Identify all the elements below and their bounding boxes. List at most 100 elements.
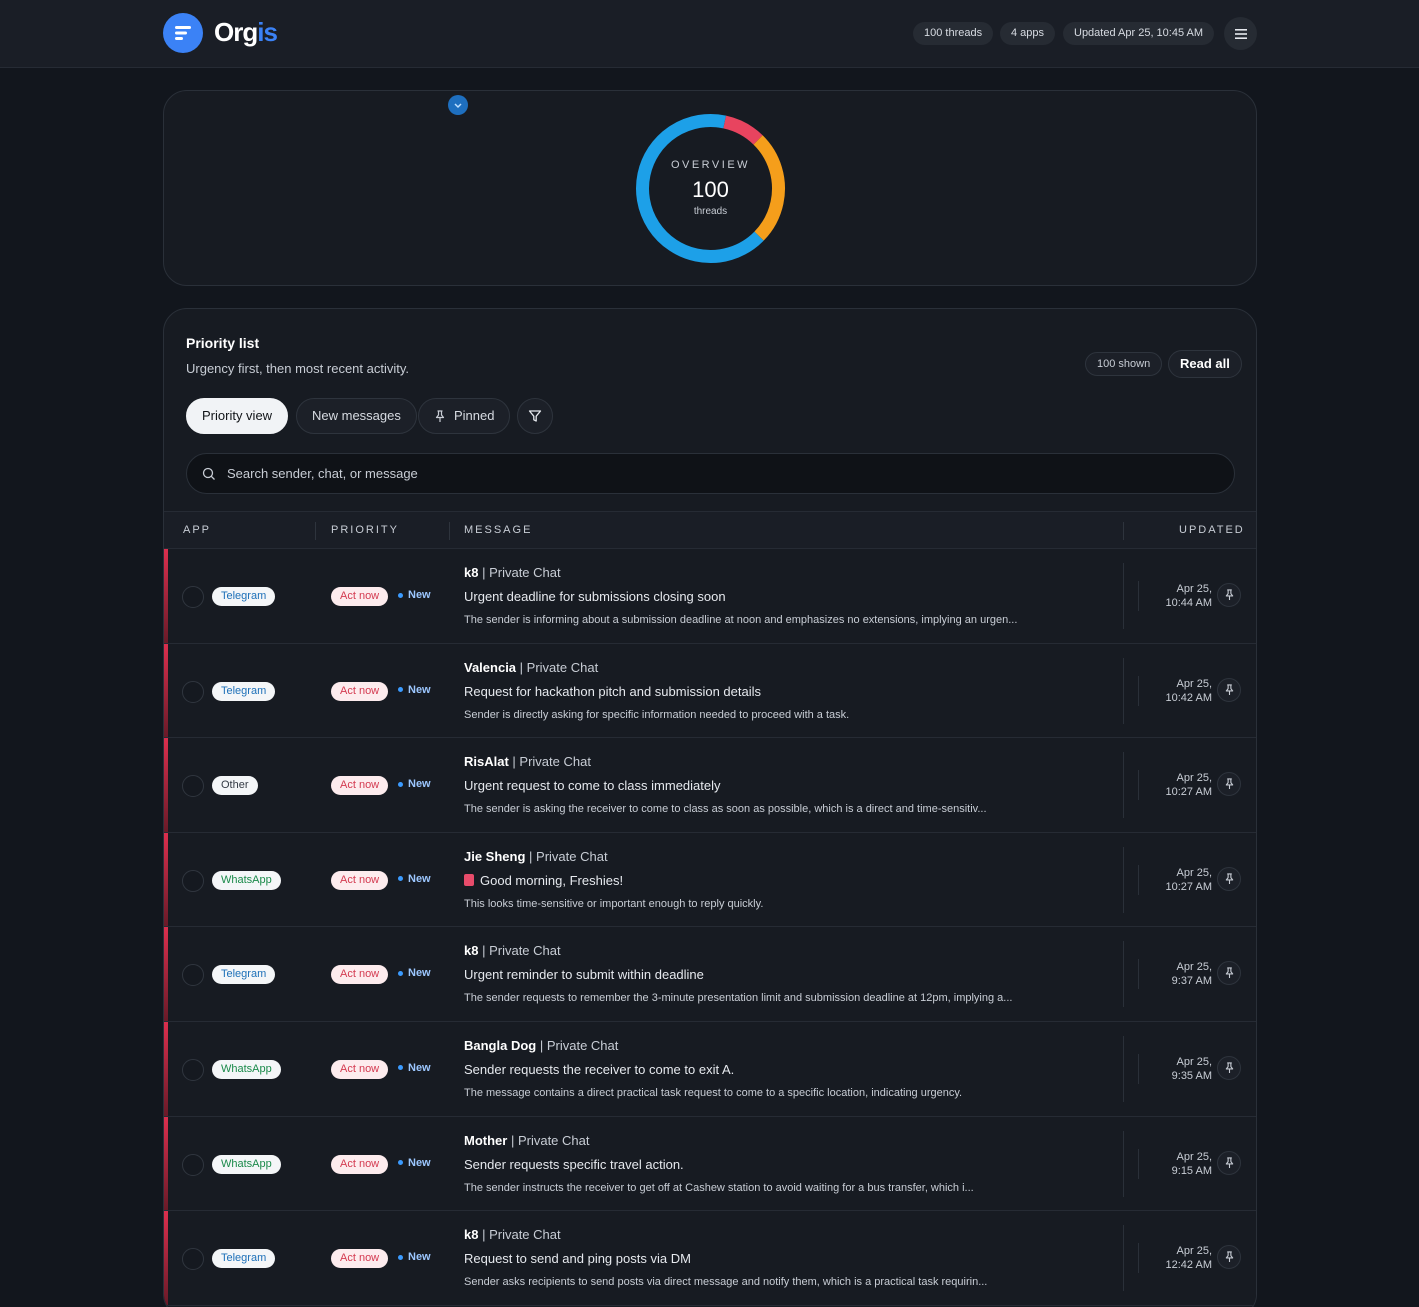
pin-button[interactable] xyxy=(1217,866,1241,891)
new-dot-icon xyxy=(398,592,403,598)
new-dot-icon xyxy=(398,970,403,976)
chat-type: | Private Chat xyxy=(478,565,561,580)
chat-type: | Private Chat xyxy=(508,754,591,770)
column-divider xyxy=(1123,941,1124,1008)
sender-name: Valencia xyxy=(464,659,517,675)
read-all-button[interactable]: Read all xyxy=(1168,350,1242,378)
table-header: APP PRIORITY MESSAGE UPDATED xyxy=(164,511,1256,549)
table-row[interactable]: Telegram Act now New k8 | Private Chat Urgen… xyxy=(164,549,1256,644)
app-badge: Telegram xyxy=(212,587,276,606)
message-title[interactable]: Urgent deadline for submissions closing … xyxy=(464,589,726,604)
filter-icon xyxy=(528,410,542,422)
filter-button[interactable] xyxy=(517,398,553,434)
chat-type: | Private Chat xyxy=(525,848,608,864)
menu-button[interactable] xyxy=(1224,17,1257,50)
column-divider xyxy=(1138,675,1139,706)
table-row[interactable]: Telegram Act now New Valencia | Private Cha… xyxy=(164,643,1256,739)
message-header: RisAlat | Private Chat xyxy=(464,754,591,769)
pin-icon xyxy=(1225,1251,1233,1263)
new-dot-icon xyxy=(398,876,403,882)
message-summary: The sender instructs the receiver to get… xyxy=(464,1181,974,1194)
column-divider xyxy=(1123,657,1124,724)
table-row[interactable]: Telegram Act now New k8 | Private Chat Reque… xyxy=(164,1211,1256,1306)
priority-accent-bar xyxy=(164,549,168,643)
table-row[interactable]: Telegram Act now New k8 | Private Chat Urgen… xyxy=(164,927,1256,1022)
info-dot-icon[interactable] xyxy=(448,95,468,115)
new-dot-icon xyxy=(398,781,403,787)
table-row[interactable]: WhatsApp Act now New Jie Sheng | Private Ch… xyxy=(164,832,1256,928)
column-divider xyxy=(1138,1243,1139,1274)
message-title[interactable]: Urgent reminder to submit within deadlin… xyxy=(464,967,704,982)
row-select-checkbox[interactable] xyxy=(182,1153,204,1176)
priority-badge: Act now xyxy=(331,1249,389,1269)
row-select-checkbox[interactable] xyxy=(182,586,204,608)
column-priority: PRIORITY xyxy=(331,524,399,536)
chat-type: | Private Chat xyxy=(516,659,599,675)
pin-icon xyxy=(1225,778,1233,790)
pin-button[interactable] xyxy=(1217,1055,1241,1080)
new-tag: New xyxy=(398,967,431,979)
priority-badge: Act now xyxy=(331,587,389,606)
updated-timestamp: Apr 25, 10:27 AM xyxy=(1165,866,1212,893)
updated-pill: Updated Apr 25, 10:45 AM xyxy=(1063,22,1215,45)
column-divider xyxy=(315,522,316,540)
row-select-checkbox[interactable] xyxy=(182,964,204,987)
message-title[interactable]: Sender requests specific travel action. xyxy=(464,1157,684,1172)
updated-timestamp: Apr 25, 9:37 AM xyxy=(1171,961,1212,988)
table-row[interactable]: WhatsApp Act now New Mother | Private Chat S… xyxy=(164,1116,1256,1212)
message-summary: This looks time-sensitive or important e… xyxy=(464,897,764,910)
new-tag: New xyxy=(398,873,431,885)
shown-count-pill: 100 shown xyxy=(1085,352,1163,376)
message-header: Bangla Dog | Private Chat xyxy=(464,1038,618,1053)
message-title[interactable]: Sender requests the receiver to come to … xyxy=(464,1062,734,1077)
pin-icon xyxy=(1225,684,1233,695)
sender-name: Bangla Dog xyxy=(464,1037,537,1053)
message-title[interactable]: Request to send and ping posts via DM xyxy=(464,1251,691,1266)
pin-button[interactable] xyxy=(1217,961,1241,986)
pin-icon xyxy=(1225,967,1233,979)
row-select-checkbox[interactable] xyxy=(182,869,204,892)
pin-button[interactable] xyxy=(1217,677,1241,702)
priority-badge: Act now xyxy=(331,1059,389,1079)
new-dot-icon xyxy=(398,1160,403,1166)
message-title[interactable]: Request for hackathon pitch and submissi… xyxy=(464,684,761,699)
sender-name: k8 xyxy=(464,1227,479,1243)
table-row[interactable]: Other Act now New RisAlat | Private Chat Urg… xyxy=(164,738,1256,833)
pin-button[interactable] xyxy=(1217,772,1241,797)
row-select-checkbox[interactable] xyxy=(182,1058,204,1081)
message-title[interactable]: Good morning, Freshies! xyxy=(464,873,623,888)
column-divider xyxy=(1138,864,1139,895)
message-title[interactable]: Urgent request to come to class immediat… xyxy=(464,778,721,793)
overview-unit: threads xyxy=(693,206,728,217)
column-app: APP xyxy=(183,524,212,536)
pin-button[interactable] xyxy=(1217,1245,1241,1270)
pin-button[interactable] xyxy=(1217,583,1241,607)
message-summary: The sender is asking the receiver to com… xyxy=(464,803,987,816)
pin-icon xyxy=(435,409,445,422)
chat-type: | Private Chat xyxy=(478,943,561,959)
pin-button[interactable] xyxy=(1217,1150,1241,1175)
chat-type: | Private Chat xyxy=(478,1227,561,1243)
row-select-checkbox[interactable] xyxy=(182,680,204,703)
priority-list-subtitle: Urgency first, then most recent activity… xyxy=(186,361,409,376)
column-divider xyxy=(1123,846,1124,913)
priority-accent-bar xyxy=(164,832,168,927)
chat-type: | Private Chat xyxy=(536,1037,619,1053)
app-badge: WhatsApp xyxy=(212,1154,281,1174)
priority-list-card: Priority list Urgency first, then most r… xyxy=(163,308,1257,1307)
row-select-checkbox[interactable] xyxy=(182,1248,204,1271)
column-divider xyxy=(1123,563,1124,629)
row-select-checkbox[interactable] xyxy=(182,775,204,798)
tab-new-messages[interactable]: New messages xyxy=(296,398,417,434)
tab-priority-view[interactable]: Priority view xyxy=(186,398,289,434)
message-header: k8 | Private Chat xyxy=(464,1227,561,1242)
updated-timestamp: Apr 25, 10:42 AM xyxy=(1165,677,1212,704)
search-input[interactable] xyxy=(227,454,1217,493)
priority-list-title: Priority list xyxy=(186,335,260,351)
app-badge: Telegram xyxy=(212,965,276,985)
tab-pinned[interactable]: Pinned xyxy=(418,398,511,434)
table-row[interactable]: WhatsApp Act now New Bangla Dog | Private C… xyxy=(164,1021,1256,1117)
search-box xyxy=(186,453,1235,494)
priority-badge: Act now xyxy=(331,776,389,796)
new-tag: New xyxy=(398,1157,431,1169)
